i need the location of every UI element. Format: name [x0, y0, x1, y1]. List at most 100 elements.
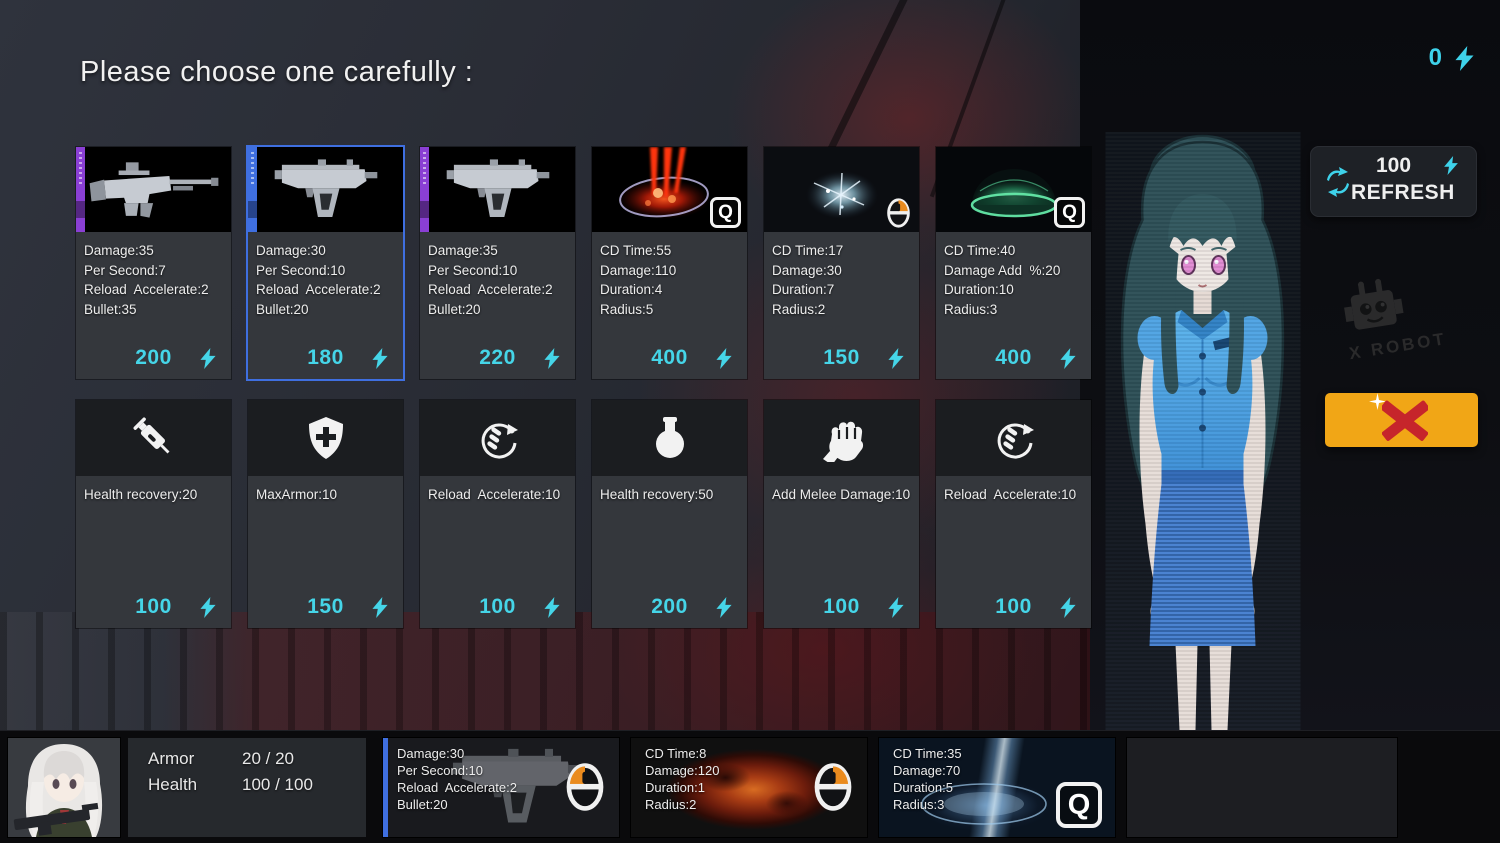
x-robot-watermark: X ROBOT — [1338, 269, 1448, 364]
lightning-bolt-icon — [544, 597, 560, 618]
stat-line: Add Melee Damage:10 — [772, 485, 911, 505]
stat-line: Bullet:20 — [256, 300, 395, 320]
stat-line: Radius:2 — [772, 300, 911, 320]
bullpup-rifle-image — [76, 147, 231, 232]
stat-line: Bullet:20 — [397, 796, 517, 813]
shop-card[interactable]: Health recovery:50200 — [592, 400, 747, 628]
icon-fist-image — [764, 400, 919, 476]
stat-line: Radius:3 — [944, 300, 1083, 320]
red-x-icon — [1382, 399, 1428, 446]
shop-card[interactable]: Q CD Time:40Damage Add %:20Duration:10Rad… — [936, 147, 1091, 379]
stat-line: Health recovery:20 — [84, 485, 223, 505]
slot-stats: Damage:30Per Second:10Reload Accelerate:… — [397, 745, 517, 813]
stat-line: Health recovery:50 — [600, 485, 739, 505]
card-stats: Damage:35Per Second:7Reload Accelerate:2… — [76, 232, 231, 319]
shop-card[interactable]: Damage:35Per Second:10Reload Accelerate:… — [420, 147, 575, 379]
stat-line: Reload Accelerate:2 — [256, 280, 395, 300]
card-stats: Health recovery:50 — [592, 476, 747, 505]
rarity-stripe-blue — [248, 147, 257, 232]
icon-syringe-image — [76, 400, 231, 476]
equipment-slot: Damage:30Per Second:10Reload Accelerate:… — [383, 738, 619, 837]
stat-line: Damage:30 — [772, 261, 911, 281]
mouse-right-click-badge — [813, 761, 853, 813]
shop-card[interactable]: QCD Time:55Damage:110Duration:4Radius:54… — [592, 147, 747, 379]
stat-line: Damage:35 — [428, 241, 567, 261]
stat-line: Duration:10 — [944, 280, 1083, 300]
icon-shield-image — [248, 400, 403, 476]
stat-line: Damage:110 — [600, 261, 739, 281]
q-key-badge: Q — [1056, 782, 1102, 828]
stat-line: Duration:7 — [772, 280, 911, 300]
card-stats: Reload Accelerate:10 — [420, 476, 575, 505]
shop-card[interactable]: CD Time:17Damage:30Duration:7Radius:2150 — [764, 147, 919, 379]
refresh-button[interactable]: 100 REFRESH — [1310, 146, 1477, 217]
smg-image — [420, 147, 575, 232]
game-screen: Please choose one carefully : 0 100 REFR… — [0, 0, 1500, 843]
stat-line: CD Time:17 — [772, 241, 911, 261]
card-stats: MaxArmor:10 — [248, 476, 403, 505]
lightning-bolt-icon — [1060, 348, 1076, 369]
card-stats: CD Time:55Damage:110Duration:4Radius:5 — [592, 232, 747, 319]
health-label: Health — [148, 775, 197, 794]
lightning-bolt-icon — [200, 348, 216, 369]
shop-card[interactable]: Health recovery:20100 — [76, 400, 231, 628]
stat-line: Per Second:10 — [428, 261, 567, 281]
stat-line: CD Time:35 — [893, 745, 962, 762]
stat-line: Per Second:10 — [256, 261, 395, 281]
player-portrait-image — [8, 738, 120, 837]
card-stats: CD Time:17Damage:30Duration:7Radius:2 — [764, 232, 919, 319]
q-key-badge: Q — [1054, 197, 1085, 228]
refresh-label: REFRESH — [1351, 181, 1455, 205]
laser-strike-image: Q — [592, 147, 747, 232]
stat-line: Damage:30 — [397, 745, 517, 762]
shop-card[interactable]: Damage:30Per Second:10Reload Accelerate:… — [248, 147, 403, 379]
stat-line: Damage:30 — [256, 241, 395, 261]
equipment-slot: CD Time:35Damage:70Duration:5Radius:3 Q — [879, 738, 1115, 837]
shop-card[interactable]: Add Melee Damage:10100 — [764, 400, 919, 628]
green-dome-image: Q — [936, 147, 1091, 232]
shop-card[interactable]: MaxArmor:10150 — [248, 400, 403, 628]
equipment-slot-empty — [1127, 738, 1397, 837]
icon-reload-image — [936, 400, 1091, 476]
lightning-bolt-icon — [888, 348, 904, 369]
background-lower-band — [0, 612, 1090, 732]
rarity-stripe-purple — [76, 147, 85, 232]
shop-card[interactable]: Reload Accelerate:10100 — [936, 400, 1091, 628]
player-stats-panel: Armor 20 / 20 Health 100 / 100 — [128, 738, 366, 837]
stat-line: Reload Accelerate:10 — [944, 485, 1083, 505]
icon-reload-image — [420, 400, 575, 476]
q-key-badge: Q — [710, 197, 741, 228]
player-portrait — [8, 738, 120, 837]
lightning-bolt-icon — [716, 348, 732, 369]
page-title: Please choose one carefully : — [80, 56, 473, 89]
stat-line: Reload Accelerate:2 — [84, 280, 223, 300]
stat-line: CD Time:8 — [645, 745, 719, 762]
slot-stats: CD Time:35Damage:70Duration:5Radius:3 — [893, 745, 962, 813]
refresh-arrows-icon — [1323, 167, 1353, 197]
stat-line: Bullet:35 — [84, 300, 223, 320]
hud-bar: Armor 20 / 20 Health 100 / 100 Damage:30… — [0, 730, 1500, 843]
slot-stats: CD Time:8Damage:120Duration:1Radius:2 — [645, 745, 719, 813]
shop-card[interactable]: Damage:35Per Second:7Reload Accelerate:2… — [76, 147, 231, 379]
stat-line: MaxArmor:10 — [256, 485, 395, 505]
balance-value: 0 — [1429, 44, 1442, 72]
lightning-bolt-icon — [372, 597, 388, 618]
refresh-cost: 100 — [1376, 154, 1411, 178]
mouse-right-click-badge — [886, 197, 911, 229]
rarity-stripe-purple — [420, 147, 429, 232]
card-stats: CD Time:40Damage Add %:20Duration:10Radi… — [936, 232, 1091, 319]
stat-line: Radius:2 — [645, 796, 719, 813]
stat-line: Damage:70 — [893, 762, 962, 779]
mouse-left-click-badge — [565, 761, 605, 813]
stat-line: Duration:4 — [600, 280, 739, 300]
stat-line: CD Time:55 — [600, 241, 739, 261]
card-stats: Damage:30Per Second:10Reload Accelerate:… — [248, 232, 403, 319]
lightning-bolt-icon — [1444, 156, 1458, 175]
health-value: 100 / 100 — [242, 775, 313, 795]
ice-burst-image — [764, 147, 919, 232]
close-button[interactable] — [1325, 393, 1478, 447]
shop-grid: Damage:35Per Second:7Reload Accelerate:2… — [76, 147, 1091, 628]
shop-card[interactable]: Reload Accelerate:10100 — [420, 400, 575, 628]
equipment-slot: CD Time:8Damage:120Duration:1Radius:2 — [631, 738, 867, 837]
currency-balance: 0 — [1429, 44, 1474, 72]
